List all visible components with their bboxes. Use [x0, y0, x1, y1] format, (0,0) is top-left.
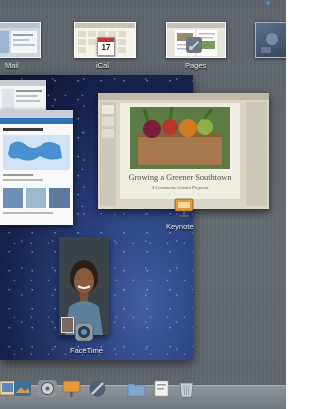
mail-window-icon: [0, 23, 40, 53]
mission-control: Mail 17 iCal Pages Growing a Greener Sou…: [0, 0, 286, 409]
pages-space-label: Pages: [185, 61, 207, 70]
ical-space-label: iCal: [96, 61, 109, 70]
facetime-window[interactable]: [59, 237, 109, 335]
downloads-stack-dock-icon[interactable]: [151, 378, 172, 399]
vegetable-crate-image: [130, 106, 230, 169]
browser-window[interactable]: [0, 110, 73, 225]
keynote-app-icon[interactable]: [173, 196, 195, 218]
mail-space-thumbnail[interactable]: [0, 22, 41, 58]
keynote-dock-icon[interactable]: [61, 378, 82, 399]
system-preferences-dock-icon[interactable]: [37, 378, 58, 399]
aperture-dock-icon[interactable]: [87, 378, 108, 399]
calendar-app-icon: 17: [97, 37, 115, 56]
dashboard-space-thumbnail[interactable]: [255, 22, 286, 58]
facetime-self-view: [61, 317, 74, 333]
documents-folder-dock-icon[interactable]: [126, 378, 147, 399]
pages-app-icon: [186, 37, 202, 53]
space-indicator-dot-icon: [266, 1, 270, 5]
keynote-slide[interactable]: Growing a Greener Southtown A Community …: [120, 103, 240, 199]
ical-space-thumbnail[interactable]: 17: [74, 22, 136, 58]
trash-dock-icon[interactable]: [176, 378, 197, 399]
slide-subtitle: A Community Garden Proposal: [151, 185, 209, 190]
mail-space-label: Mail: [5, 61, 19, 70]
calendar-day-number: 17: [101, 43, 111, 52]
keynote-window[interactable]: Growing a Greener Southtown A Community …: [98, 93, 269, 209]
facetime-label: FaceTime: [70, 346, 104, 355]
pages-space-thumbnail[interactable]: [166, 22, 226, 58]
slide-title: Growing a Greener Southtown: [128, 173, 232, 182]
facetime-app-icon[interactable]: [74, 322, 94, 342]
dock: [0, 380, 286, 409]
web-page-content: [0, 110, 73, 214]
dashboard-widgets-icon: [261, 33, 278, 53]
keynote-label: Keynote: [166, 222, 194, 231]
photo-dock-icon[interactable]: [12, 378, 33, 399]
